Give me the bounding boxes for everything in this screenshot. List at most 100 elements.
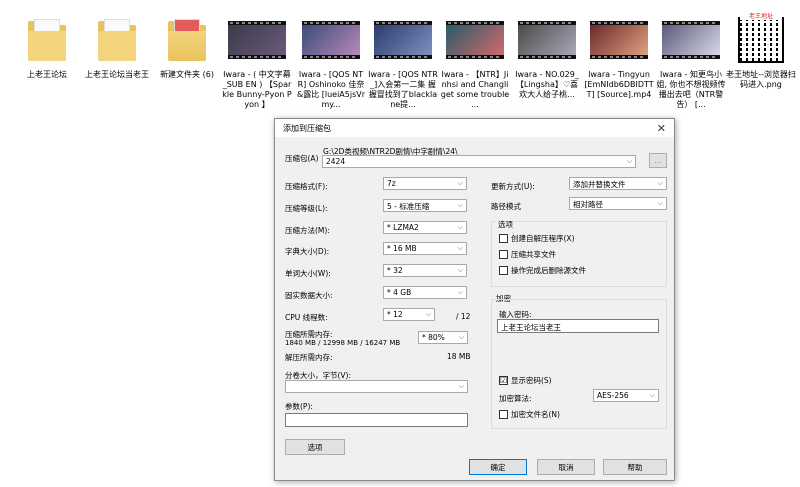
add-to-archive-dialog: 添加到压缩包 ✕ 压缩包(A) G:\2D类视频\NTR2D剧情\中字剧情\24… xyxy=(274,118,675,481)
chevron-down-icon: ⌵ xyxy=(457,179,463,187)
update-select[interactable]: 添加并替换文件 ⌵ xyxy=(569,177,667,190)
shared-label: 压缩共享文件 xyxy=(511,250,556,259)
solid-select[interactable]: * 4 GB ⌵ xyxy=(383,286,467,299)
chevron-down-icon: ⌵ xyxy=(457,201,463,209)
method-value: * LZMA2 xyxy=(387,223,419,232)
desktop: 上老王论坛 上老王论坛当老王 新建文件夹 (6) Iwara - ( 中文字幕_… xyxy=(0,0,800,487)
video-thumbnail-icon xyxy=(374,21,432,59)
format-select[interactable]: 7z ⌵ xyxy=(383,177,467,190)
checkbox-icon xyxy=(499,266,508,275)
params-input[interactable] xyxy=(285,413,468,427)
dict-value: * 16 MB xyxy=(387,244,417,253)
file-name: Iwara - [QOS NTR_]入会第一二集 握握冒找到了blacklane… xyxy=(368,70,438,109)
checkbox-icon xyxy=(499,234,508,243)
word-value: * 32 xyxy=(387,266,403,275)
options-button[interactable]: 选项 xyxy=(285,439,345,455)
chevron-down-icon: ⌵ xyxy=(425,310,431,318)
folder-icon xyxy=(168,19,206,61)
file-name: 上老王论坛当老王 xyxy=(85,70,149,79)
sfx-checkbox[interactable]: 创建自解压程序(X) xyxy=(499,233,575,244)
chevron-down-icon: ⌵ xyxy=(457,223,463,231)
chevron-down-icon: ⌵ xyxy=(457,266,463,274)
mem-percent-value: * 80% xyxy=(422,333,445,342)
folder-icon xyxy=(98,19,136,61)
file-video-3[interactable]: Iwara - [QOS NTR_]入会第一二集 握握冒找到了blacklane… xyxy=(368,14,438,110)
word-select[interactable]: * 32 ⌵ xyxy=(383,264,467,277)
level-label: 压缩等级(L): xyxy=(285,204,328,213)
chevron-down-icon: ⌵ xyxy=(649,391,655,399)
file-name: Iwara - 知更鸟小姐, 你也不想视频传播出去吧（NTR警告） [... xyxy=(656,70,726,109)
show-password-label: 显示密码(S) xyxy=(511,376,552,385)
enc-method-label: 加密算法: xyxy=(499,394,532,403)
cpu-max: / 12 xyxy=(456,312,471,321)
file-folder-2[interactable]: 上老王论坛当老王 xyxy=(82,14,152,80)
file-video-2[interactable]: Iwara - [QOS NTR] Oshinoko 佳奈&露比 [lueiA5… xyxy=(296,14,366,110)
show-password-checkbox[interactable]: ☑ 显示密码(S) xyxy=(499,375,552,386)
dialog-titlebar: 添加到压缩包 ✕ xyxy=(275,119,674,137)
file-video-1[interactable]: Iwara - ( 中文字幕_SUB EN ) 【Sparkle Bunny-P… xyxy=(222,14,292,110)
decomp-label: 解压所需内存: xyxy=(285,353,333,362)
cpu-select[interactable]: * 12 ⌵ xyxy=(383,308,435,321)
checkbox-checked-icon: ☑ xyxy=(499,376,508,385)
mem-percent-select[interactable]: * 80% ⌵ xyxy=(418,331,468,344)
video-thumbnail-icon xyxy=(662,21,720,59)
video-thumbnail-icon xyxy=(446,21,504,59)
sfx-label: 创建自解压程序(X) xyxy=(511,234,575,243)
level-value: 5 - 标准压缩 xyxy=(387,202,430,211)
chevron-down-icon: ⌵ xyxy=(458,333,464,341)
file-video-4[interactable]: Iwara - 【NTR】Jinhsi and Changli get some… xyxy=(440,14,510,110)
level-select[interactable]: 5 - 标准压缩 ⌵ xyxy=(383,199,467,212)
archive-label: 压缩包(A) xyxy=(285,154,319,163)
chevron-down-icon: ⌵ xyxy=(457,244,463,252)
encrypt-names-label: 加密文件名(N) xyxy=(511,410,560,419)
file-qr-image[interactable]: 老王地址 老王地址--浏览器扫码进入.png xyxy=(726,11,796,90)
decomp-value: 18 MB xyxy=(447,352,471,361)
video-thumbnail-icon xyxy=(228,21,286,59)
checkbox-icon xyxy=(499,250,508,259)
shared-checkbox[interactable]: 压缩共享文件 xyxy=(499,249,556,260)
enc-method-value: AES-256 xyxy=(597,391,629,400)
update-value: 添加并替换文件 xyxy=(573,180,626,189)
path-label: 路径模式 xyxy=(491,202,521,211)
path-value: 相对路径 xyxy=(573,200,603,209)
solid-value: * 4 GB xyxy=(387,288,412,297)
file-name: Iwara - ( 中文字幕_SUB EN ) 【Sparkle Bunny-P… xyxy=(222,70,292,109)
method-select[interactable]: * LZMA2 ⌵ xyxy=(383,221,467,234)
close-icon[interactable]: ✕ xyxy=(657,122,666,135)
cpu-label: CPU 线程数: xyxy=(285,313,328,322)
qr-code-icon: 老王地址 xyxy=(738,11,784,63)
dict-label: 字典大小(D): xyxy=(285,247,330,256)
update-label: 更新方式(U): xyxy=(491,182,535,191)
qr-caption: 老王地址 xyxy=(740,11,782,20)
solid-label: 固实数据大小: xyxy=(285,291,333,300)
archive-name-combo[interactable]: 2424 ⌵ xyxy=(322,155,636,168)
file-video-6[interactable]: Iwara - Tingyun [EmNIdb6DBIDTTT] [Source… xyxy=(584,14,654,100)
chevron-down-icon: ⌵ xyxy=(458,382,464,390)
file-video-5[interactable]: Iwara - NO.029_【Lingsha】♡喜欢大人给子桃... xyxy=(512,14,582,100)
file-folder-3[interactable]: 新建文件夹 (6) xyxy=(152,14,222,80)
help-button[interactable]: 帮助 xyxy=(603,459,667,475)
password-input[interactable]: 上老王论坛当老王 xyxy=(497,319,659,333)
folder-icon xyxy=(28,19,66,61)
browse-button[interactable]: ... xyxy=(649,153,667,168)
dialog-title: 添加到压缩包 xyxy=(283,123,331,133)
split-size-combo[interactable]: ⌵ xyxy=(285,380,468,393)
file-folder-1[interactable]: 上老王论坛 xyxy=(12,14,82,80)
cancel-button[interactable]: 取消 xyxy=(537,459,595,475)
delete-source-checkbox[interactable]: 操作完成后删除源文件 xyxy=(499,265,586,276)
mem-detail: 1840 MB / 12998 MB / 16247 MB xyxy=(285,339,401,347)
delete-label: 操作完成后删除源文件 xyxy=(511,266,586,275)
video-thumbnail-icon xyxy=(590,21,648,59)
word-label: 单词大小(W): xyxy=(285,269,331,278)
file-name: Iwara - [QOS NTR] Oshinoko 佳奈&露比 [lueiA5… xyxy=(296,70,366,109)
path-select[interactable]: 相对路径 ⌵ xyxy=(569,197,667,210)
file-video-7[interactable]: Iwara - 知更鸟小姐, 你也不想视频传播出去吧（NTR警告） [... xyxy=(656,14,726,110)
ok-button[interactable]: 确定 xyxy=(469,459,527,475)
options-group-title: 选项 xyxy=(496,219,515,230)
chevron-down-icon: ⌵ xyxy=(457,288,463,296)
encrypt-names-checkbox[interactable]: 加密文件名(N) xyxy=(499,409,560,420)
cpu-value: * 12 xyxy=(387,310,403,319)
dict-select[interactable]: * 16 MB ⌵ xyxy=(383,242,467,255)
file-name: Iwara - NO.029_【Lingsha】♡喜欢大人给子桃... xyxy=(515,70,579,99)
enc-method-select[interactable]: AES-256 ⌵ xyxy=(593,389,659,402)
